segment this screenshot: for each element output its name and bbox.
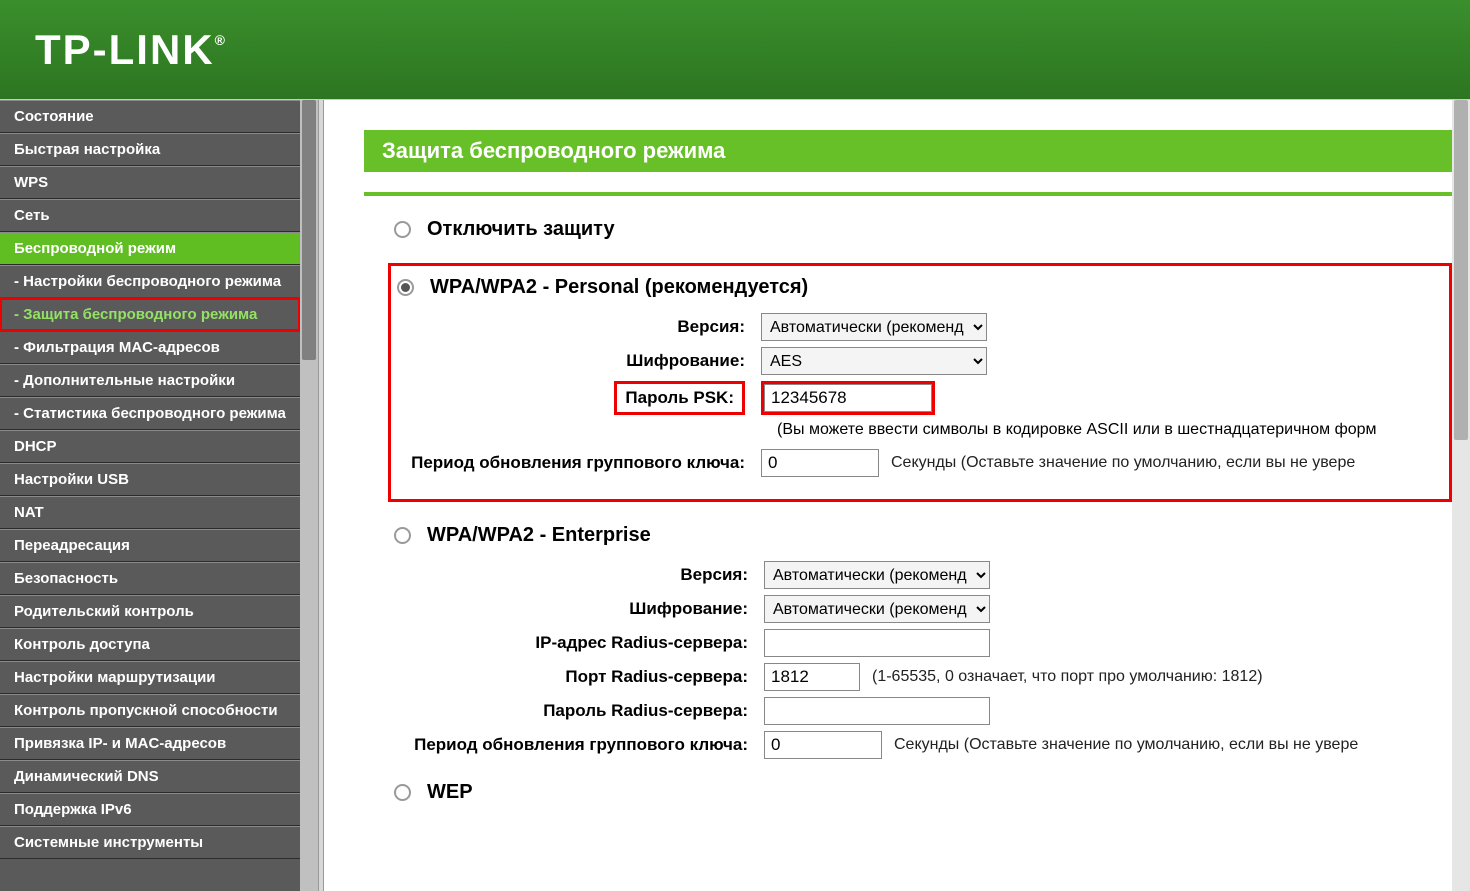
sidebar-item-4[interactable]: Беспроводной режим bbox=[0, 232, 300, 265]
sidebar-item-7[interactable]: - Фильтрация MAC-адресов bbox=[0, 331, 300, 364]
sidebar-item-18[interactable]: Контроль пропускной способности bbox=[0, 694, 300, 727]
ent-encryption-select[interactable]: Автоматически (рекоменд bbox=[764, 595, 990, 623]
sidebar-item-12[interactable]: NAT bbox=[0, 496, 300, 529]
sidebar-item-22[interactable]: Системные инструменты bbox=[0, 826, 300, 859]
sidebar-item-10[interactable]: DHCP bbox=[0, 430, 300, 463]
radio-wpa-personal-label: WPA/WPA2 - Personal (рекомендуется) bbox=[430, 276, 808, 299]
content-wrap: Защита беспроводного режима Отключить за… bbox=[324, 100, 1470, 891]
radio-wep[interactable] bbox=[394, 784, 411, 801]
wpa-group-label: Период обновления группового ключа: bbox=[391, 453, 761, 473]
sidebar-item-16[interactable]: Контроль доступа bbox=[0, 628, 300, 661]
radio-disable-label: Отключить защиту bbox=[427, 218, 615, 241]
header: TP-LINK® bbox=[0, 0, 1470, 100]
wpa-version-select[interactable]: Автоматически (рекоменд bbox=[761, 313, 987, 341]
wpa-psk-note: (Вы можете ввести символы в кодировке AS… bbox=[391, 421, 1449, 439]
page-title: Защита беспроводного режима bbox=[364, 130, 1452, 172]
ent-group-input[interactable] bbox=[764, 731, 882, 759]
content-scrollbar[interactable] bbox=[1452, 100, 1470, 891]
sidebar-item-3[interactable]: Сеть bbox=[0, 199, 300, 232]
sidebar-item-11[interactable]: Настройки USB bbox=[0, 463, 300, 496]
sidebar-item-1[interactable]: Быстрая настройка bbox=[0, 133, 300, 166]
sidebar-item-8[interactable]: - Дополнительные настройки bbox=[0, 364, 300, 397]
wpa-encryption-label: Шифрование: bbox=[391, 351, 761, 371]
sidebar-item-5[interactable]: - Настройки беспроводного режима bbox=[0, 265, 300, 298]
radius-pw-input[interactable] bbox=[764, 697, 990, 725]
radius-port-label: Порт Radius-сервера: bbox=[394, 667, 764, 687]
option-wpa-enterprise: WPA/WPA2 - Enterprise Версия: Автоматиче… bbox=[364, 524, 1452, 759]
option-wpa-personal: WPA/WPA2 - Personal (рекомендуется) Верс… bbox=[364, 263, 1452, 502]
brand-text: TP-LINK bbox=[35, 26, 215, 73]
brand-logo: TP-LINK® bbox=[35, 26, 227, 74]
radius-ip-label: IP-адрес Radius-сервера: bbox=[394, 633, 764, 653]
wpa-version-label: Версия: bbox=[391, 317, 761, 337]
radio-wep-label: WEP bbox=[427, 781, 473, 804]
sidebar-item-21[interactable]: Поддержка IPv6 bbox=[0, 793, 300, 826]
radius-ip-input[interactable] bbox=[764, 629, 990, 657]
content: Защита беспроводного режима Отключить за… bbox=[324, 100, 1452, 891]
sidebar: СостояниеБыстрая настройкаWPSСетьБеспров… bbox=[0, 100, 300, 891]
sidebar-scroll-thumb[interactable] bbox=[302, 100, 316, 360]
radio-wpa-enterprise-label: WPA/WPA2 - Enterprise bbox=[427, 524, 651, 547]
wpa-encryption-select[interactable]: AES bbox=[761, 347, 987, 375]
sidebar-item-13[interactable]: Переадресация bbox=[0, 529, 300, 562]
radio-wpa-enterprise[interactable] bbox=[394, 527, 411, 544]
sidebar-item-19[interactable]: Привязка IP- и MAC-адресов bbox=[0, 727, 300, 760]
wpa-psk-label: Пароль PSK: bbox=[614, 381, 745, 415]
sidebar-item-20[interactable]: Динамический DNS bbox=[0, 760, 300, 793]
sidebar-item-9[interactable]: - Статистика беспроводного режима bbox=[0, 397, 300, 430]
title-rule bbox=[364, 192, 1452, 196]
wpa-personal-highlight: WPA/WPA2 - Personal (рекомендуется) Верс… bbox=[388, 263, 1452, 502]
sidebar-scrollbar[interactable] bbox=[300, 100, 318, 891]
ent-encryption-label: Шифрование: bbox=[394, 599, 764, 619]
sidebar-item-6[interactable]: - Защита беспроводного режима bbox=[0, 298, 300, 331]
wpa-group-hint: Секунды (Оставьте значение по умолчанию,… bbox=[891, 454, 1355, 472]
main-layout: СостояниеБыстрая настройкаWPSСетьБеспров… bbox=[0, 100, 1470, 891]
option-disable: Отключить защиту bbox=[364, 218, 1452, 241]
radius-port-hint: (1-65535, 0 означает, что порт про умолч… bbox=[872, 668, 1263, 686]
wpa-psk-highlight bbox=[761, 381, 935, 415]
wpa-psk-label-wrap: Пароль PSK: bbox=[391, 381, 761, 415]
sidebar-item-14[interactable]: Безопасность bbox=[0, 562, 300, 595]
wpa-psk-input[interactable] bbox=[764, 384, 932, 412]
ent-version-label: Версия: bbox=[394, 565, 764, 585]
radio-wpa-personal[interactable] bbox=[397, 279, 414, 296]
radius-pw-label: Пароль Radius-сервера: bbox=[394, 701, 764, 721]
ent-version-select[interactable]: Автоматически (рекоменд bbox=[764, 561, 990, 589]
radius-port-input[interactable] bbox=[764, 663, 860, 691]
option-wep: WEP bbox=[364, 781, 1452, 804]
sidebar-wrap: СостояниеБыстрая настройкаWPSСетьБеспров… bbox=[0, 100, 318, 891]
radio-disable[interactable] bbox=[394, 221, 411, 238]
sidebar-item-0[interactable]: Состояние bbox=[0, 100, 300, 133]
ent-group-label: Период обновления группового ключа: bbox=[394, 735, 764, 755]
sidebar-item-17[interactable]: Настройки маршрутизации bbox=[0, 661, 300, 694]
wpa-group-input[interactable] bbox=[761, 449, 879, 477]
sidebar-item-2[interactable]: WPS bbox=[0, 166, 300, 199]
ent-group-hint: Секунды (Оставьте значение по умолчанию,… bbox=[894, 736, 1358, 754]
sidebar-item-15[interactable]: Родительский контроль bbox=[0, 595, 300, 628]
content-scroll-thumb[interactable] bbox=[1454, 100, 1468, 440]
